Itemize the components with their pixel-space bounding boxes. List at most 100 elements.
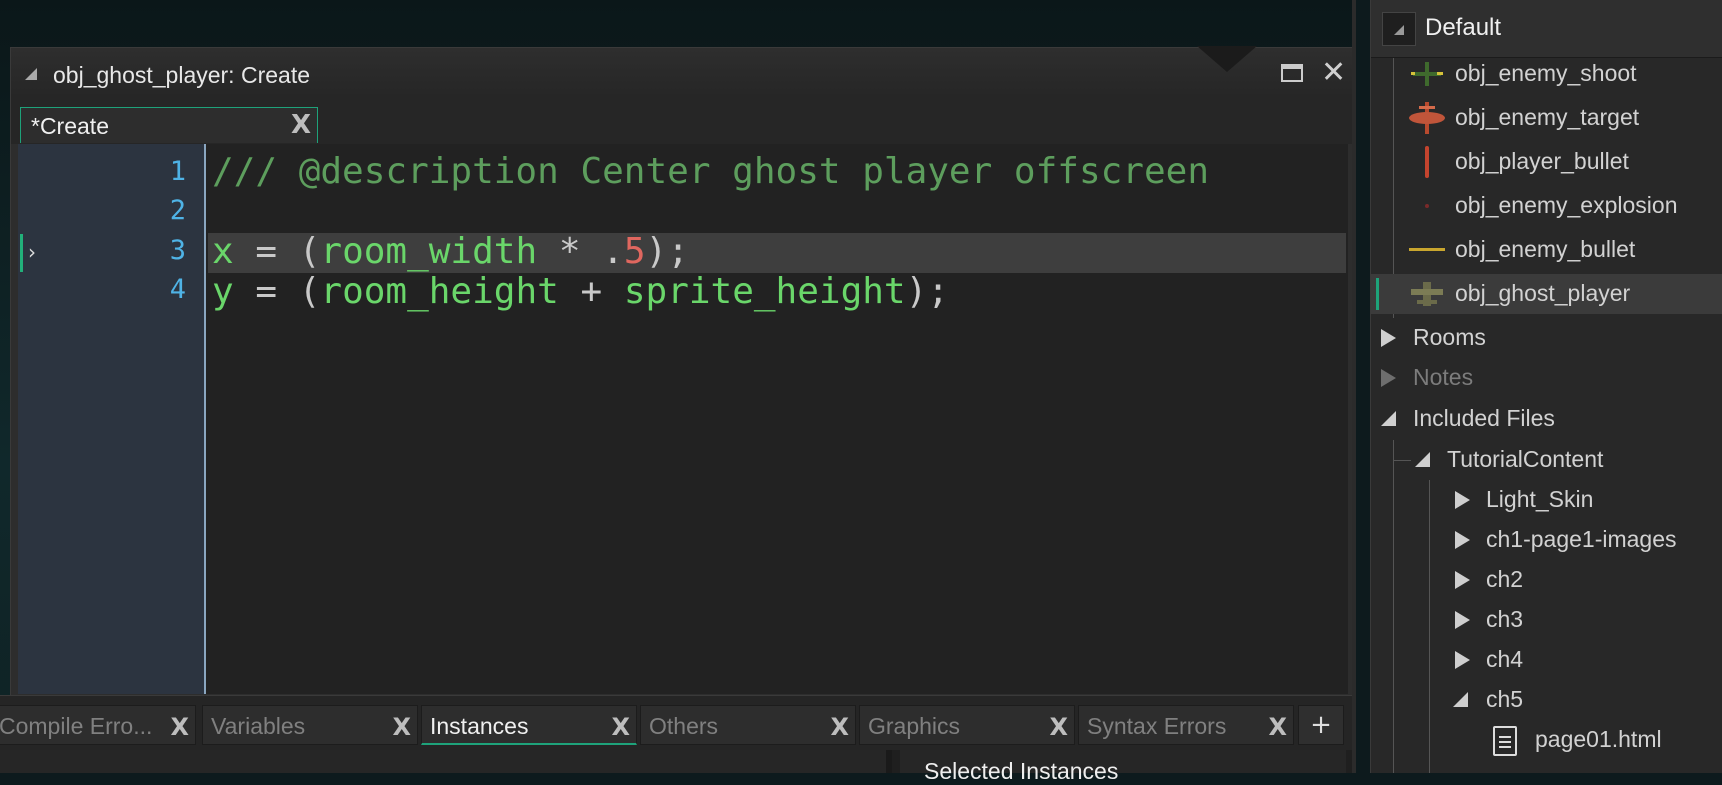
tree-label: ch3 <box>1486 606 1524 632</box>
tab-compile-errors[interactable]: Compile Erro... X <box>0 705 196 745</box>
add-tab-button[interactable]: + <box>1298 705 1344 745</box>
expand-icon[interactable] <box>1381 369 1396 387</box>
tree-label: ch2 <box>1486 566 1524 592</box>
expand-icon[interactable] <box>1455 571 1470 589</box>
tab-close-icon[interactable]: X <box>1049 714 1068 740</box>
tab-close-icon[interactable]: X <box>170 714 189 740</box>
tree-item-obj-enemy-shoot[interactable]: obj_enemy_shoot <box>1371 54 1722 94</box>
panel-divider[interactable] <box>1352 0 1356 773</box>
tree-folder-ch2[interactable]: ch2 <box>1371 560 1722 600</box>
tree-group-rooms[interactable]: Rooms <box>1371 318 1722 358</box>
token: + <box>558 271 624 312</box>
tree-group-included-files[interactable]: Included Files <box>1371 399 1722 439</box>
tab-close-icon[interactable]: X <box>1268 714 1287 740</box>
code-editor[interactable]: 1 2 3 4 › /// @description Center ghost … <box>18 144 1348 694</box>
window-title-bar[interactable]: obj_ghost_player: Create ✕ <box>11 46 1353 99</box>
line-number: 4 <box>169 274 186 305</box>
tree-folder-ch5[interactable]: ch5 <box>1371 680 1722 720</box>
token: ); <box>645 231 689 272</box>
line-gutter: 1 2 3 4 › <box>18 144 206 694</box>
tab-close-icon[interactable]: X <box>830 714 849 740</box>
tree-label: TutorialContent <box>1447 446 1604 472</box>
tab-label: Syntax Errors <box>1087 713 1227 739</box>
tab-label: Compile Erro... <box>0 713 153 739</box>
tab-syntax-errors[interactable]: Syntax Errors X <box>1078 705 1294 745</box>
tab-close-icon[interactable]: X <box>611 714 630 740</box>
tree-label: Light_Skin <box>1486 486 1594 512</box>
tree-label: Rooms <box>1413 324 1486 350</box>
tab-close-icon[interactable]: X <box>291 112 311 138</box>
token: * . <box>537 231 624 272</box>
current-line-marker <box>20 234 23 272</box>
tab-create[interactable]: *Create X <box>20 107 318 143</box>
caret-arrow-icon: › <box>28 240 36 264</box>
tree-file-page01[interactable]: page01.html <box>1371 720 1722 760</box>
tab-close-icon[interactable]: X <box>392 714 411 740</box>
tab-others[interactable]: Others X <box>640 705 856 745</box>
token: room_height <box>320 271 559 312</box>
expand-icon[interactable] <box>1455 611 1470 629</box>
tree-item-obj-player-bullet[interactable]: obj_player_bullet <box>1371 142 1722 182</box>
resource-header: Default <box>1371 0 1722 58</box>
tree-item-obj-ghost-player[interactable]: obj_ghost_player <box>1371 274 1722 314</box>
tree-folder-ch4[interactable]: ch4 <box>1371 640 1722 680</box>
tree-label: ch4 <box>1486 646 1524 672</box>
tree-label: page01.html <box>1535 726 1662 752</box>
tab-variables[interactable]: Variables X <box>202 705 418 745</box>
instances-list[interactable] <box>0 750 892 773</box>
line-number: 1 <box>169 156 186 187</box>
maximize-icon[interactable] <box>1281 64 1303 82</box>
token: = ( <box>233 231 321 272</box>
explosion-sprite-icon <box>1425 204 1429 208</box>
tree-label: obj_ghost_player <box>1455 280 1631 306</box>
tree-item-obj-enemy-explosion[interactable]: obj_enemy_explosion <box>1371 186 1722 226</box>
tab-graphics[interactable]: Graphics X <box>859 705 1075 745</box>
code-editor-window[interactable]: obj_ghost_player: Create ✕ *Create X 1 2… <box>10 46 1354 697</box>
collapse-icon[interactable] <box>1453 692 1468 707</box>
code-line-4[interactable]: y = (room_height + sprite_height); <box>212 272 949 312</box>
tree-label: obj_player_bullet <box>1455 148 1629 174</box>
token: ); <box>905 271 949 312</box>
token: sprite_height <box>623 271 906 312</box>
tree-group-notes[interactable]: Notes <box>1371 358 1722 398</box>
tree-folder-light-skin[interactable]: Light_Skin <box>1371 480 1722 520</box>
tree-label: ch1-page1-images <box>1486 526 1677 552</box>
tree-folder-ch1[interactable]: ch1-page1-images <box>1371 520 1722 560</box>
bullet-sprite-icon <box>1409 248 1445 251</box>
tab-label: Others <box>649 713 719 739</box>
tree-item-obj-enemy-bullet[interactable]: obj_enemy_bullet <box>1371 230 1722 270</box>
plane-sprite-icon <box>1411 62 1443 86</box>
line-number: 3 <box>169 235 186 266</box>
tab-label: *Create <box>31 113 109 139</box>
close-window-icon[interactable]: ✕ <box>1321 58 1346 88</box>
token: room_width <box>320 231 538 272</box>
token: 5 <box>623 231 646 272</box>
expand-icon[interactable] <box>1381 329 1396 347</box>
tree-label: obj_enemy_explosion <box>1455 192 1678 218</box>
window-title: obj_ghost_player: Create <box>53 62 310 88</box>
event-tab-strip: *Create X <box>11 98 1353 144</box>
token: x <box>212 231 234 272</box>
code-line-1[interactable]: /// @description Center ghost player off… <box>212 152 1209 192</box>
tree-group-tutorial-content[interactable]: TutorialContent <box>1371 440 1722 480</box>
tab-instances[interactable]: Instances X <box>421 705 637 745</box>
player-sprite-icon <box>1411 282 1443 306</box>
tab-label: Instances <box>430 713 529 739</box>
bullet-sprite-icon <box>1425 146 1429 178</box>
expand-icon[interactable] <box>1455 651 1470 669</box>
collapse-icon[interactable] <box>1415 452 1430 467</box>
tree-folder-ch3[interactable]: ch3 <box>1371 600 1722 640</box>
token: = ( <box>233 271 321 312</box>
html-file-icon <box>1493 726 1517 756</box>
tree-item-obj-enemy-target[interactable]: obj_enemy_target <box>1371 98 1722 138</box>
selection-indicator <box>1376 278 1379 310</box>
token: y <box>212 271 234 312</box>
expand-icon[interactable] <box>1455 491 1470 509</box>
collapse-icon[interactable] <box>25 68 37 80</box>
code-line-3[interactable]: x = (room_width * .5); <box>212 232 689 272</box>
tree-label: Included Files <box>1413 405 1555 431</box>
collapse-all-icon[interactable] <box>1382 12 1416 46</box>
expand-icon[interactable] <box>1455 531 1470 549</box>
resource-tree-panel[interactable]: Default obj_enemy_shoot obj_enemy_target… <box>1370 0 1722 773</box>
collapse-icon[interactable] <box>1381 411 1396 426</box>
